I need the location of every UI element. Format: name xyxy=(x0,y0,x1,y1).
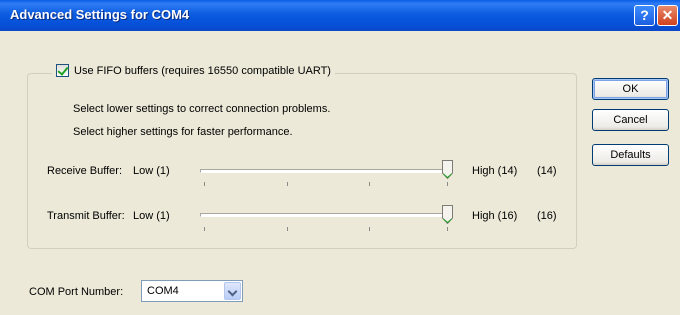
fifo-checkbox[interactable] xyxy=(56,64,69,77)
fifo-checkbox-row[interactable]: Use FIFO buffers (requires 16550 compati… xyxy=(52,64,335,77)
transmit-tick xyxy=(447,227,448,231)
fifo-group xyxy=(27,73,577,249)
transmit-current-value: (16) xyxy=(537,210,557,222)
receive-current-value: (14) xyxy=(537,165,557,177)
ok-button[interactable]: OK xyxy=(592,78,669,100)
com-port-label: COM Port Number: xyxy=(29,286,124,298)
transmit-low-label: Low (1) xyxy=(133,210,170,222)
receive-high-label: High (14) xyxy=(472,165,518,177)
receive-slider-thumb[interactable] xyxy=(442,160,453,179)
com-port-selected-value: COM4 xyxy=(147,285,179,297)
title-bar: Advanced Settings for COM4 ? ✕ xyxy=(0,0,680,31)
fifo-checkbox-label[interactable]: Use FIFO buffers (requires 16550 compati… xyxy=(74,65,331,77)
transmit-slider-track[interactable] xyxy=(200,213,450,217)
receive-tick xyxy=(369,182,370,186)
hint-higher: Select higher settings for faster perfor… xyxy=(73,126,293,138)
receive-tick xyxy=(447,182,448,186)
close-button[interactable]: ✕ xyxy=(657,5,678,26)
advanced-settings-dialog: Advanced Settings for COM4 ? ✕ Use FIFO … xyxy=(0,0,680,315)
transmit-slider-thumb[interactable] xyxy=(442,205,453,224)
defaults-button[interactable]: Defaults xyxy=(592,144,669,166)
chevron-down-icon[interactable] xyxy=(224,282,241,300)
receive-low-label: Low (1) xyxy=(133,165,170,177)
receive-tick xyxy=(204,182,205,186)
transmit-tick xyxy=(287,227,288,231)
transmit-tick xyxy=(369,227,370,231)
transmit-buffer-label: Transmit Buffer: xyxy=(47,210,125,222)
window-title: Advanced Settings for COM4 xyxy=(10,7,190,22)
com-port-select[interactable]: COM4 xyxy=(141,280,243,302)
transmit-high-label: High (16) xyxy=(472,210,518,222)
receive-tick xyxy=(287,182,288,186)
receive-buffer-label: Receive Buffer: xyxy=(47,165,123,177)
receive-slider-track[interactable] xyxy=(200,169,450,173)
hint-lower: Select lower settings to correct connect… xyxy=(73,103,331,115)
transmit-tick xyxy=(204,227,205,231)
cancel-button[interactable]: Cancel xyxy=(592,109,669,131)
help-button[interactable]: ? xyxy=(634,5,655,26)
